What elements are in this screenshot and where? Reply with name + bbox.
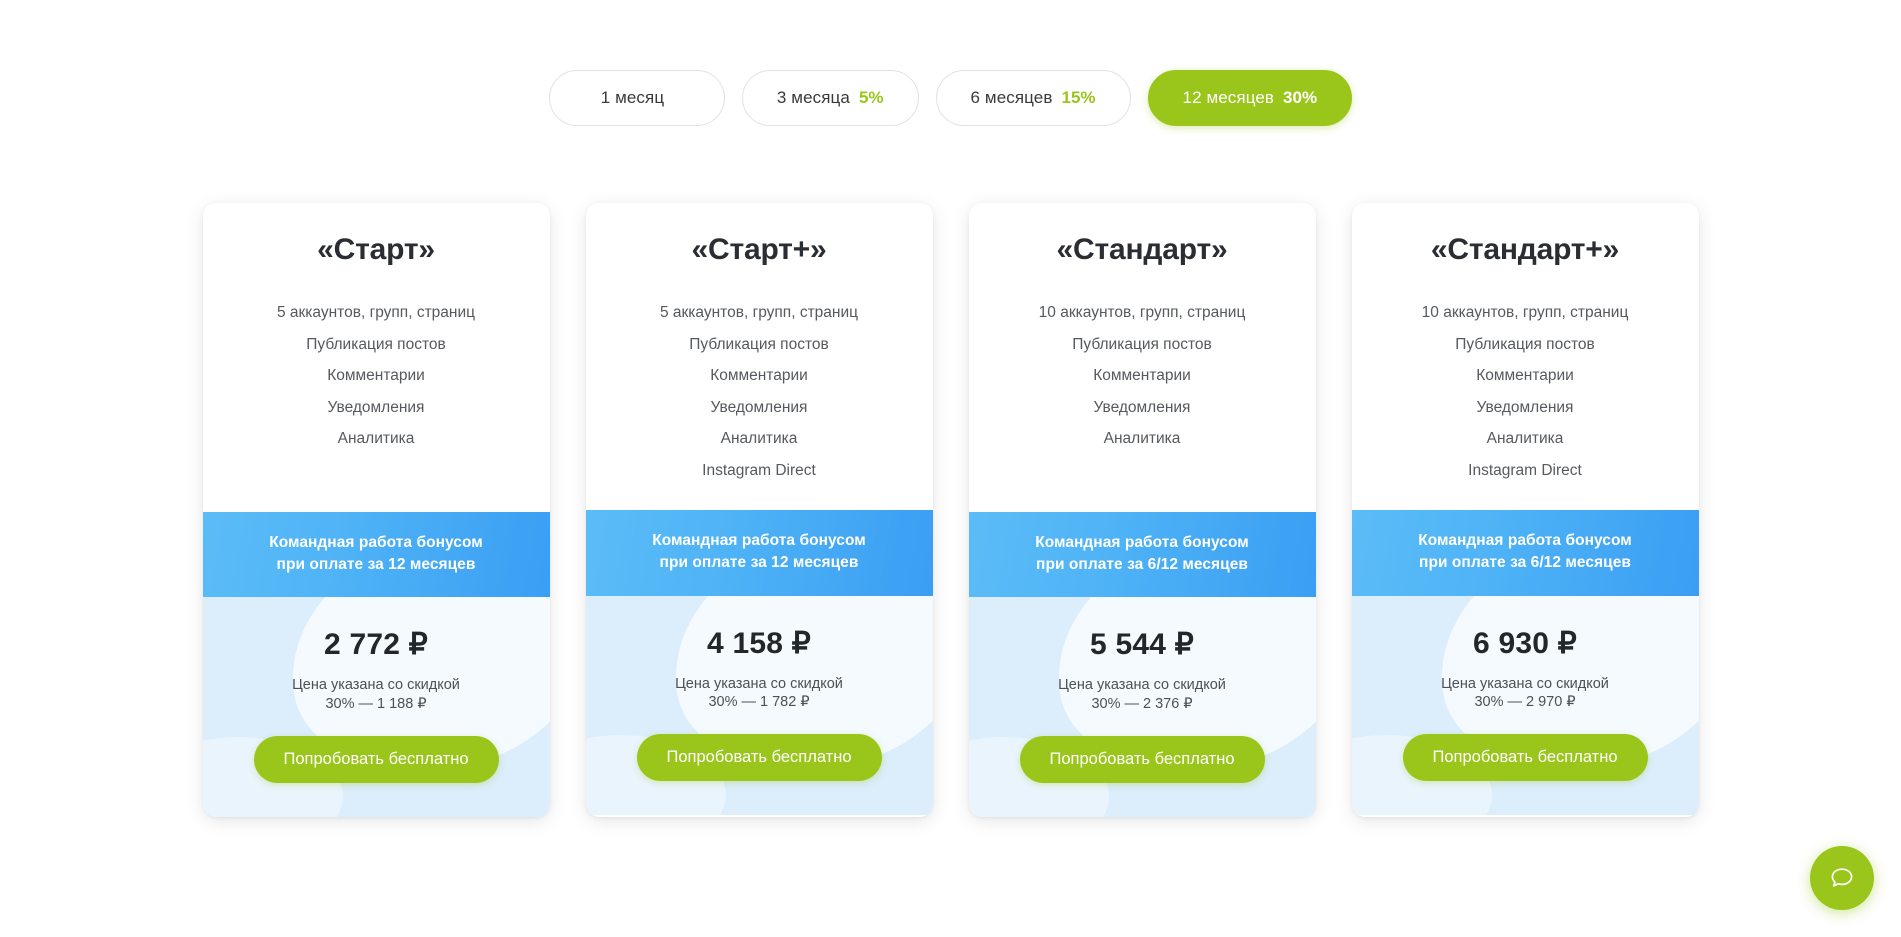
bonus-banner-line1: Командная работа бонусом bbox=[1035, 533, 1249, 551]
tab-label: 1 месяц bbox=[600, 88, 665, 107]
price-note-line1: Цена указана со скидкой bbox=[1441, 675, 1609, 692]
plan-price-note: Цена указана со скидкой 30% — 2 376 ₽ bbox=[989, 676, 1296, 712]
tab-discount: 15% bbox=[1061, 88, 1096, 107]
plan-price-note: Цена указана со скидкой 30% — 1 188 ₽ bbox=[223, 676, 530, 712]
feature-item: Публикация постов bbox=[1072, 335, 1212, 353]
bonus-banner-line1: Командная работа бонусом bbox=[269, 533, 483, 551]
feature-item: Аналитика bbox=[337, 430, 415, 447]
tab-discount: 30% bbox=[1283, 88, 1318, 107]
feature-item: 10 аккаунтов, групп, страниц bbox=[1038, 304, 1246, 321]
tab-period-6-months[interactable]: 6 месяцев 15% bbox=[935, 70, 1131, 126]
feature-item: Публикация постов bbox=[1455, 335, 1595, 353]
try-free-button[interactable]: Попробовать бесплатно bbox=[253, 735, 499, 783]
plan-title: «Старт+» bbox=[691, 233, 827, 266]
chat-widget-button[interactable] bbox=[1810, 846, 1874, 910]
price-note-line1: Цена указана со скидкой bbox=[675, 675, 843, 692]
feature-item: Комментарии bbox=[1093, 367, 1191, 384]
pricing-card-standard-plus: «Стандарт+» 10 аккаунтов, групп, страниц… bbox=[1351, 203, 1699, 817]
try-free-button[interactable]: Попробовать бесплатно bbox=[1019, 735, 1265, 783]
plan-title: «Стандарт» bbox=[1056, 233, 1228, 266]
price-note-line2: 30% — 1 188 ₽ bbox=[325, 695, 427, 712]
feature-list: 10 аккаунтов, групп, страниц Публикация … bbox=[1370, 297, 1681, 486]
tab-period-12-months[interactable]: 12 месяцев 30% bbox=[1147, 70, 1353, 126]
feature-item: Аналитика bbox=[1486, 430, 1564, 447]
try-free-button[interactable]: Попробовать бесплатно bbox=[636, 734, 882, 782]
feature-item: Instagram Direct bbox=[1468, 461, 1582, 479]
bonus-banner: Командная работа бонусом при оплате за 1… bbox=[202, 511, 550, 598]
feature-list: 10 аккаунтов, групп, страниц Публикация … bbox=[987, 297, 1298, 455]
plan-title: «Стандарт+» bbox=[1430, 233, 1620, 266]
feature-item: Instagram Direct bbox=[702, 461, 816, 479]
price-note-line1: Цена указана со скидкой bbox=[1058, 677, 1226, 694]
pricing-card-start: «Старт» 5 аккаунтов, групп, страниц Публ… bbox=[202, 203, 550, 817]
feature-item: Публикация постов bbox=[306, 335, 446, 353]
feature-list: 5 аккаунтов, групп, страниц Публикация п… bbox=[604, 297, 915, 486]
card-price-section: 2 772 ₽ Цена указана со скидкой 30% — 1 … bbox=[202, 597, 550, 817]
feature-item: Комментарии bbox=[1476, 367, 1574, 384]
feature-item: Комментарии bbox=[327, 367, 425, 384]
feature-item: 5 аккаунтов, групп, страниц bbox=[659, 304, 859, 321]
bonus-banner-line1: Командная работа бонусом bbox=[1418, 532, 1632, 549]
plan-title: «Старт» bbox=[317, 233, 435, 266]
pricing-card-standard: «Стандарт» 10 аккаунтов, групп, страниц … bbox=[968, 203, 1316, 817]
tab-label: 6 месяцев bbox=[970, 88, 1053, 107]
feature-item: 5 аккаунтов, групп, страниц bbox=[276, 304, 476, 321]
plan-price: 6 930 ₽ bbox=[1473, 626, 1577, 660]
billing-period-tabs: 1 месяц 3 месяца 5% 6 месяцев 15% 12 мес… bbox=[0, 70, 1901, 126]
card-header: «Стандарт» 10 аккаунтов, групп, страниц … bbox=[968, 203, 1316, 512]
pricing-card-start-plus: «Старт+» 5 аккаунтов, групп, страниц Пуб… bbox=[585, 203, 933, 817]
bonus-banner-line2: при оплате за 12 месяцев bbox=[659, 554, 859, 572]
feature-item: Аналитика bbox=[720, 430, 798, 447]
bonus-banner-line2: при оплате за 6/12 месяцев bbox=[1036, 555, 1248, 573]
plan-price: 5 544 ₽ bbox=[1090, 628, 1194, 662]
tab-label: 3 месяца bbox=[776, 88, 850, 107]
plan-price-note: Цена указана со скидкой 30% — 1 782 ₽ bbox=[606, 675, 913, 711]
tab-period-3-months[interactable]: 3 месяца 5% bbox=[741, 70, 919, 126]
price-note-line1: Цена указана со скидкой bbox=[292, 677, 460, 694]
feature-item: Публикация постов bbox=[689, 335, 829, 353]
bonus-banner: Командная работа бонусом при оплате за 6… bbox=[968, 511, 1316, 598]
pricing-page: 1 месяц 3 месяца 5% 6 месяцев 15% 12 мес… bbox=[0, 0, 1901, 937]
feature-item: Уведомления bbox=[1093, 398, 1191, 416]
card-header: «Старт» 5 аккаунтов, групп, страниц Публ… bbox=[202, 203, 550, 512]
tab-label: 12 месяцев bbox=[1182, 88, 1275, 107]
feature-list: 5 аккаунтов, групп, страниц Публикация п… bbox=[221, 297, 532, 455]
bonus-banner: Командная работа бонусом при оплате за 1… bbox=[585, 510, 933, 596]
pricing-cards: «Старт» 5 аккаунтов, групп, страниц Публ… bbox=[202, 203, 1699, 817]
card-price-section: 5 544 ₽ Цена указана со скидкой 30% — 2 … bbox=[968, 597, 1316, 817]
feature-item: Уведомления bbox=[1476, 398, 1574, 416]
plan-price: 4 158 ₽ bbox=[707, 626, 811, 660]
feature-item: Уведомления bbox=[327, 398, 425, 416]
price-note-line2: 30% — 1 782 ₽ bbox=[708, 694, 810, 711]
card-price-section: 6 930 ₽ Цена указана со скидкой 30% — 2 … bbox=[1351, 595, 1699, 816]
tab-discount: 5% bbox=[858, 88, 884, 107]
feature-item: Комментарии bbox=[710, 367, 808, 384]
bonus-banner-line2: при оплате за 12 месяцев bbox=[276, 555, 476, 573]
card-header: «Старт+» 5 аккаунтов, групп, страниц Пуб… bbox=[585, 203, 933, 510]
feature-item: Аналитика bbox=[1103, 430, 1181, 447]
price-note-line2: 30% — 2 376 ₽ bbox=[1091, 695, 1193, 712]
chat-bubble-icon bbox=[1826, 862, 1858, 894]
card-price-section: 4 158 ₽ Цена указана со скидкой 30% — 1 … bbox=[585, 595, 933, 816]
feature-item: 10 аккаунтов, групп, страниц bbox=[1421, 304, 1629, 321]
try-free-button[interactable]: Попробовать бесплатно bbox=[1402, 734, 1648, 782]
plan-price: 2 772 ₽ bbox=[324, 628, 428, 662]
plan-price-note: Цена указана со скидкой 30% — 2 970 ₽ bbox=[1372, 675, 1679, 711]
tab-period-1-month[interactable]: 1 месяц bbox=[548, 70, 725, 126]
bonus-banner-line2: при оплате за 6/12 месяцев bbox=[1419, 554, 1631, 572]
feature-item: Уведомления bbox=[710, 398, 808, 416]
bonus-banner: Командная работа бонусом при оплате за 6… bbox=[1351, 510, 1699, 596]
bonus-banner-line1: Командная работа бонусом bbox=[652, 532, 866, 549]
card-header: «Стандарт+» 10 аккаунтов, групп, страниц… bbox=[1351, 203, 1699, 510]
price-note-line2: 30% — 2 970 ₽ bbox=[1474, 694, 1576, 711]
